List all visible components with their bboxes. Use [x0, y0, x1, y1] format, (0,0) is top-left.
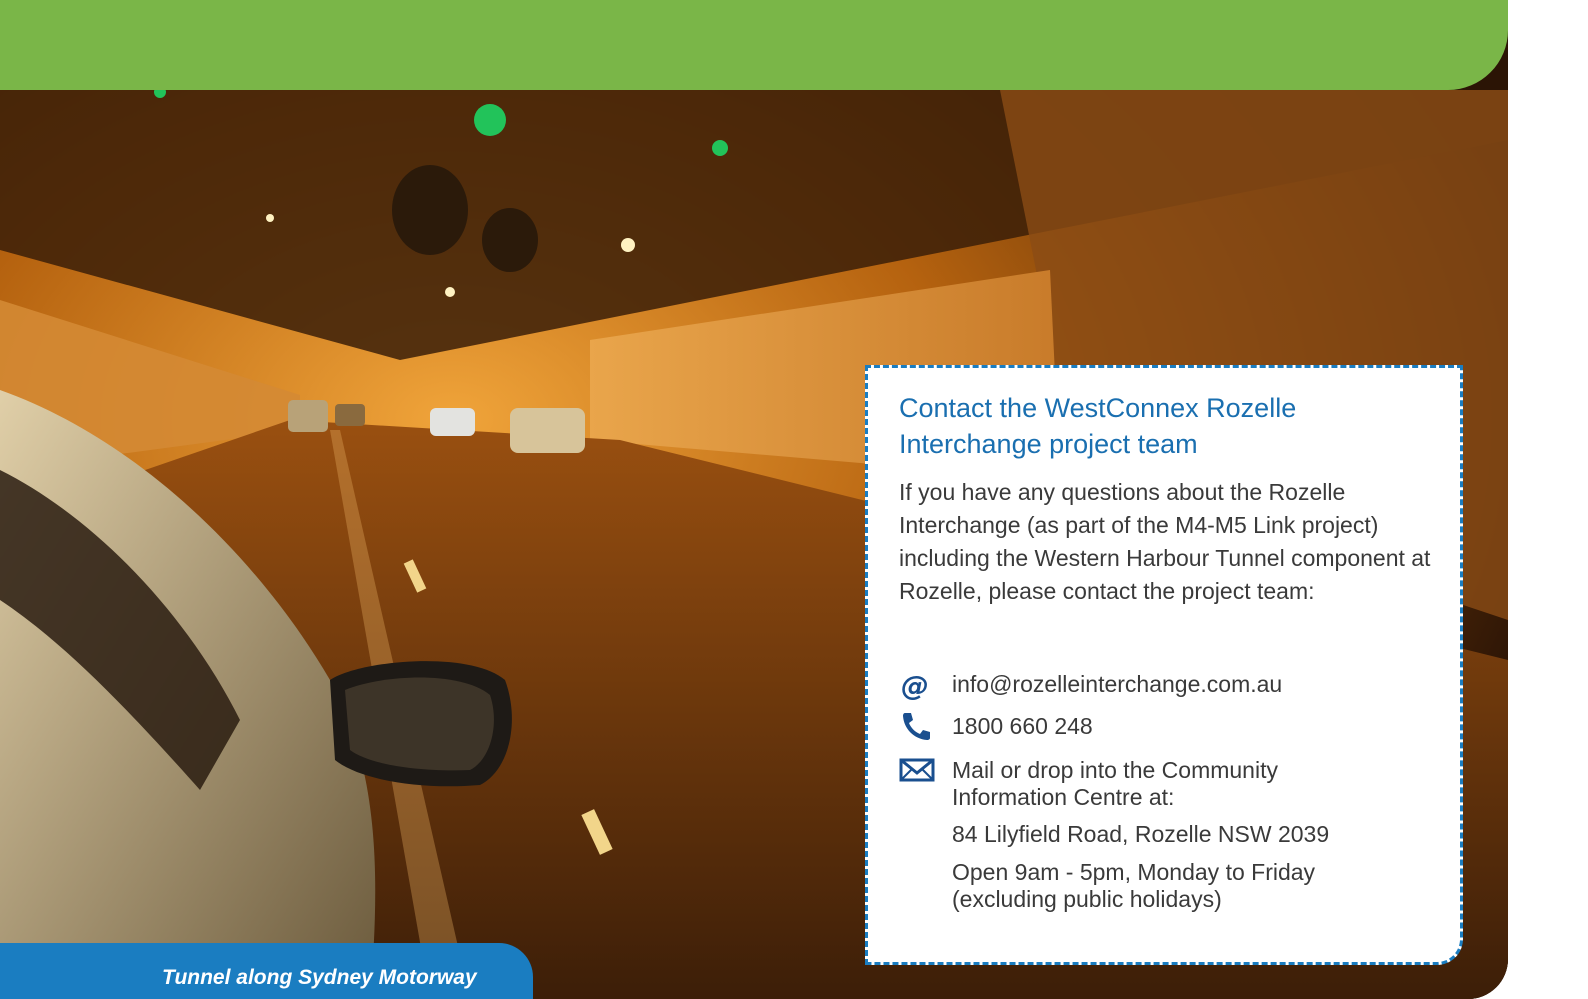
phone-number: 1800 660 248	[952, 713, 1093, 739]
contact-box: Contact the WestConnex Rozelle Interchan…	[865, 365, 1463, 965]
at-icon: @	[899, 669, 935, 702]
mail-intro: Mail or drop into the Community Informat…	[952, 757, 1278, 810]
svg-text:@: @	[901, 670, 929, 700]
opening-hours: Open 9am - 5pm, Monday to Friday (exclud…	[952, 859, 1316, 912]
email-link[interactable]: info@rozelleinterchange.com.au	[952, 671, 1282, 698]
photo-caption: Tunnel along Sydney Motorway	[162, 966, 477, 989]
envelope-icon	[899, 756, 935, 786]
address: 84 Lilyfield Road, Rozelle NSW 2039	[952, 821, 1330, 847]
phone-icon	[899, 711, 935, 741]
contact-intro: If you have any questions about the Roze…	[899, 479, 1431, 604]
header-band	[0, 0, 1508, 90]
contact-title: Contact the WestConnex Rozelle Interchan…	[899, 393, 1297, 459]
